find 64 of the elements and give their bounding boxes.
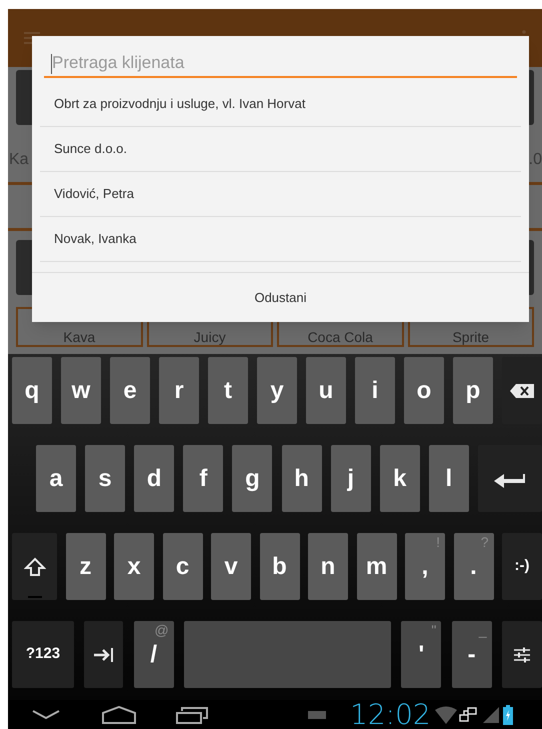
- key[interactable]: d: [134, 445, 174, 512]
- key[interactable]: o: [404, 357, 444, 424]
- key[interactable]: p: [453, 357, 493, 424]
- signal-icon: [482, 706, 499, 722]
- shift-indicator: [28, 596, 42, 598]
- recent-apps-icon[interactable]: [176, 706, 208, 724]
- key[interactable]: x: [114, 533, 154, 600]
- key[interactable]: c: [162, 533, 202, 600]
- key[interactable]: ' ": [401, 621, 442, 688]
- key[interactable]: . ?: [454, 533, 494, 600]
- key[interactable]: / @: [134, 621, 174, 688]
- home-icon[interactable]: [102, 706, 136, 724]
- key[interactable]: v: [211, 533, 251, 600]
- key[interactable]: k: [380, 445, 420, 512]
- text-cursor: [51, 54, 52, 74]
- key[interactable]: i: [355, 357, 395, 424]
- client-item[interactable]: Obrt za proizvodnju i usluge, vl. Ivan Horvat: [40, 82, 521, 127]
- shift-key[interactable]: [12, 533, 57, 600]
- search-field[interactable]: Pretraga klijenata: [44, 50, 517, 78]
- client-item[interactable]: Sunce d.o.o.: [40, 127, 521, 172]
- key-hint: ": [431, 623, 436, 637]
- key[interactable]: q: [12, 357, 52, 424]
- key[interactable]: y: [257, 357, 297, 424]
- wifi-icon: [434, 706, 457, 724]
- key[interactable]: l: [428, 445, 469, 512]
- key[interactable]: w: [61, 357, 101, 424]
- cancel-button[interactable]: Odustani: [32, 273, 529, 322]
- symbols-key[interactable]: ?123: [12, 621, 74, 688]
- settings-key[interactable]: [502, 621, 542, 688]
- function-key[interactable]: :-): [502, 533, 542, 600]
- enter-key[interactable]: [478, 445, 542, 512]
- key[interactable]: - _: [452, 621, 492, 688]
- key[interactable]: z: [66, 533, 106, 600]
- key[interactable]: g: [232, 445, 272, 512]
- client-item[interactable]: Vidović, Petra: [40, 172, 521, 217]
- client-item[interactable]: Novak, Ivanka: [40, 217, 521, 262]
- backspace-key[interactable]: [502, 357, 542, 424]
- key[interactable]: f: [183, 445, 224, 512]
- key[interactable]: e: [110, 357, 150, 424]
- key[interactable]: j: [330, 445, 371, 512]
- key[interactable]: s: [85, 445, 126, 512]
- clock: 12:02: [350, 700, 431, 728]
- key[interactable]: r: [159, 357, 199, 424]
- key-hint: _: [478, 623, 487, 637]
- key-hint: @: [154, 623, 169, 637]
- key[interactable]: t: [208, 357, 248, 424]
- key[interactable]: n: [308, 533, 348, 600]
- tab-icon: [94, 648, 114, 662]
- keyboard-icon: [308, 710, 326, 718]
- settings-icon: [514, 646, 530, 662]
- backspace-icon: [510, 384, 534, 398]
- tab-key[interactable]: [84, 621, 124, 688]
- key-hint: !: [436, 535, 440, 549]
- key[interactable]: b: [260, 533, 300, 600]
- key-hint: ?: [480, 535, 488, 549]
- back-icon[interactable]: [32, 710, 60, 720]
- network-icon: [458, 706, 477, 722]
- key[interactable]: h: [282, 445, 322, 512]
- key[interactable]: a: [36, 445, 76, 512]
- shift-icon: [24, 556, 46, 576]
- key[interactable]: u: [306, 357, 346, 424]
- key[interactable]: m: [356, 533, 396, 600]
- key[interactable]: , !: [405, 533, 445, 600]
- battery-icon: [502, 704, 513, 724]
